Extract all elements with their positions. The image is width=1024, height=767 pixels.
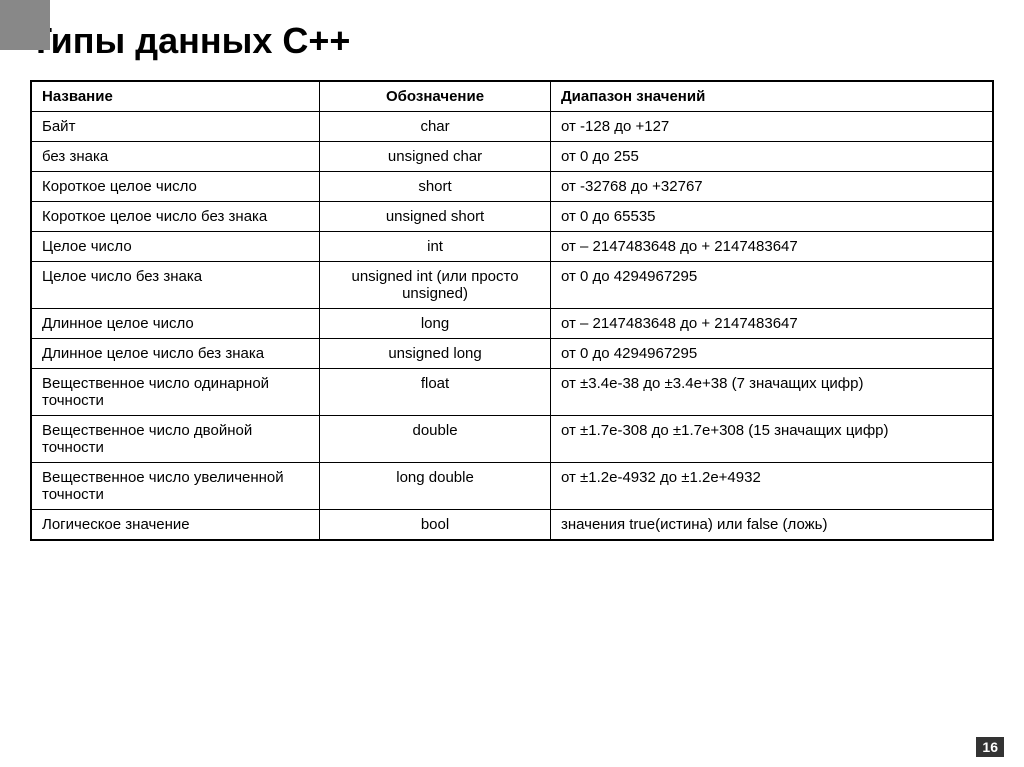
cell-name: Байт [31, 112, 320, 142]
cell-range: от ±3.4е-38 до ±3.4е+38 (7 значащих цифр… [550, 369, 993, 416]
page-title: Типы данных С++ [30, 20, 994, 62]
cell-range: от -32768 до +32767 [550, 172, 993, 202]
cell-notation: long double [320, 463, 551, 510]
cell-range: от – 2147483648 до + 2147483647 [550, 309, 993, 339]
cell-notation: long [320, 309, 551, 339]
table-row: без знакаunsigned charот 0 до 255 [31, 142, 993, 172]
cell-notation: unsigned char [320, 142, 551, 172]
table-row: Вещественное число одинарной точностиflo… [31, 369, 993, 416]
cell-notation: short [320, 172, 551, 202]
cell-range: от 0 до 65535 [550, 202, 993, 232]
cell-name: Длинное целое число без знака [31, 339, 320, 369]
table-row: Короткое целое число без знакаunsigned s… [31, 202, 993, 232]
cell-range: от ±1.7е-308 до ±1.7е+308 (15 значащих ц… [550, 416, 993, 463]
cell-name: Целое число [31, 232, 320, 262]
page-number: 16 [976, 737, 1004, 757]
cell-notation: char [320, 112, 551, 142]
cell-name: Логическое значение [31, 510, 320, 541]
table-row: Байтcharот -128 до +127 [31, 112, 993, 142]
cell-notation: float [320, 369, 551, 416]
cell-notation: int [320, 232, 551, 262]
cell-range: от – 2147483648 до + 2147483647 [550, 232, 993, 262]
cell-name: Целое число без знака [31, 262, 320, 309]
table-row: Короткое целое числоshortот -32768 до +3… [31, 172, 993, 202]
cell-name: Вещественное число двойной точности [31, 416, 320, 463]
cell-name: Короткое целое число без знака [31, 202, 320, 232]
cell-name: без знака [31, 142, 320, 172]
cell-range: от ±1.2е-4932 до ±1.2е+4932 [550, 463, 993, 510]
table-row: Длинное целое число без знакаunsigned lo… [31, 339, 993, 369]
col-header-notation: Обозначение [320, 81, 551, 112]
cell-range: от 0 до 255 [550, 142, 993, 172]
col-header-name: Название [31, 81, 320, 112]
cell-notation: double [320, 416, 551, 463]
table-row: Целое число без знакаunsigned int (или п… [31, 262, 993, 309]
page: Типы данных С++ Название Обозначение Диа… [0, 0, 1024, 581]
table-row: Логическое значениеboolзначения true(ист… [31, 510, 993, 541]
table-header-row: Название Обозначение Диапазон значений [31, 81, 993, 112]
cell-notation: bool [320, 510, 551, 541]
cell-range: от 0 до 4294967295 [550, 339, 993, 369]
cell-notation: unsigned long [320, 339, 551, 369]
header-decoration [0, 0, 50, 50]
table-row: Вещественное число двойной точностиdoubl… [31, 416, 993, 463]
cell-range: значения true(истина) или false (ложь) [550, 510, 993, 541]
cell-name: Вещественное число одинарной точности [31, 369, 320, 416]
data-types-table: Название Обозначение Диапазон значений Б… [30, 80, 994, 541]
col-header-range: Диапазон значений [550, 81, 993, 112]
cell-notation: unsigned int (или просто unsigned) [320, 262, 551, 309]
cell-notation: unsigned short [320, 202, 551, 232]
cell-range: от -128 до +127 [550, 112, 993, 142]
table-row: Вещественное число увеличенной точностиl… [31, 463, 993, 510]
table-row: Длинное целое числоlongот – 2147483648 д… [31, 309, 993, 339]
cell-range: от 0 до 4294967295 [550, 262, 993, 309]
cell-name: Короткое целое число [31, 172, 320, 202]
cell-name: Длинное целое число [31, 309, 320, 339]
cell-name: Вещественное число увеличенной точности [31, 463, 320, 510]
table-row: Целое числоintот – 2147483648 до + 21474… [31, 232, 993, 262]
